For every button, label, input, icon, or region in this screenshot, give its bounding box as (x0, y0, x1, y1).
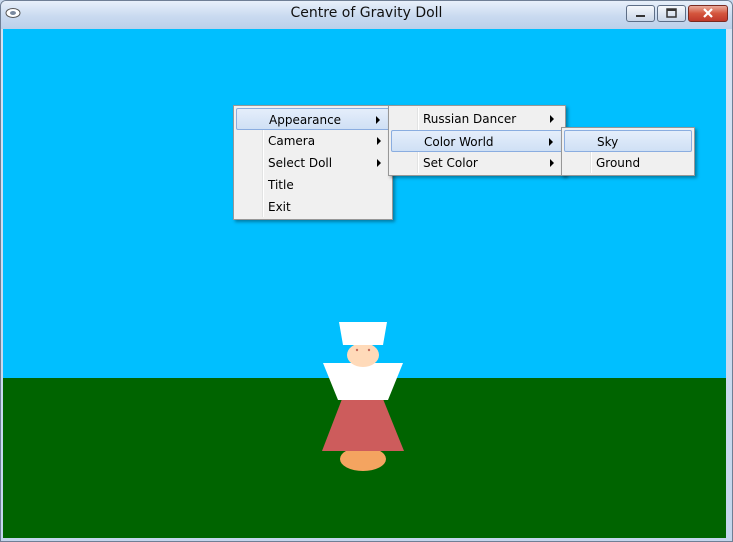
chevron-right-icon (376, 116, 380, 124)
menu-item-label: Title (268, 178, 294, 192)
minimize-button[interactable] (626, 5, 655, 22)
color-world-submenu: Sky Ground (561, 127, 695, 176)
close-icon (703, 8, 713, 18)
menu-item-color-world[interactable]: Color World (391, 130, 563, 152)
menu-item-appearance[interactable]: Appearance (236, 108, 390, 130)
appearance-submenu: Russian Dancer Color World Set Color (388, 105, 566, 176)
chevron-right-icon (550, 115, 554, 123)
chevron-right-icon (377, 159, 381, 167)
maximize-icon (666, 8, 677, 18)
menu-item-camera[interactable]: Camera (236, 130, 390, 152)
menu-item-label: Camera (268, 134, 316, 148)
maximize-button[interactable] (657, 5, 686, 22)
context-menu: Appearance Camera Select Doll Title Exit (233, 105, 393, 220)
menu-item-label: Sky (597, 135, 619, 149)
menu-item-russian-dancer[interactable]: Russian Dancer (391, 108, 563, 130)
menu-item-exit[interactable]: Exit (236, 196, 390, 218)
menu-item-label: Ground (596, 156, 641, 170)
doll-face (347, 343, 379, 367)
menu-item-label: Select Doll (268, 156, 333, 170)
doll-hat (339, 322, 387, 345)
chevron-right-icon (549, 138, 553, 146)
chevron-right-icon (550, 159, 554, 167)
menu-item-label: Russian Dancer (423, 112, 517, 126)
close-button[interactable] (688, 5, 728, 22)
doll-right-eye (367, 348, 371, 352)
minimize-icon (636, 15, 645, 17)
doll-collar (323, 363, 403, 400)
menu-item-label: Color World (424, 135, 494, 149)
menu-item-ground[interactable]: Ground (564, 152, 692, 174)
menu-item-select-doll[interactable]: Select Doll (236, 152, 390, 174)
menu-item-label: Appearance (269, 113, 342, 127)
doll-left-eye (355, 348, 359, 352)
menu-item-sky[interactable]: Sky (564, 130, 692, 152)
menu-item-set-color[interactable]: Set Color (391, 152, 563, 174)
menu-item-title[interactable]: Title (236, 174, 390, 196)
doll-skirt (322, 399, 404, 451)
title-bar[interactable]: Centre of Gravity Doll (1, 1, 732, 29)
app-window: Centre of Gravity Doll Appearance Camera… (0, 0, 733, 542)
menu-item-label: Exit (268, 200, 291, 214)
window-title: Centre of Gravity Doll (290, 5, 443, 21)
menu-item-label: Set Color (423, 156, 478, 170)
chevron-right-icon (377, 137, 381, 145)
